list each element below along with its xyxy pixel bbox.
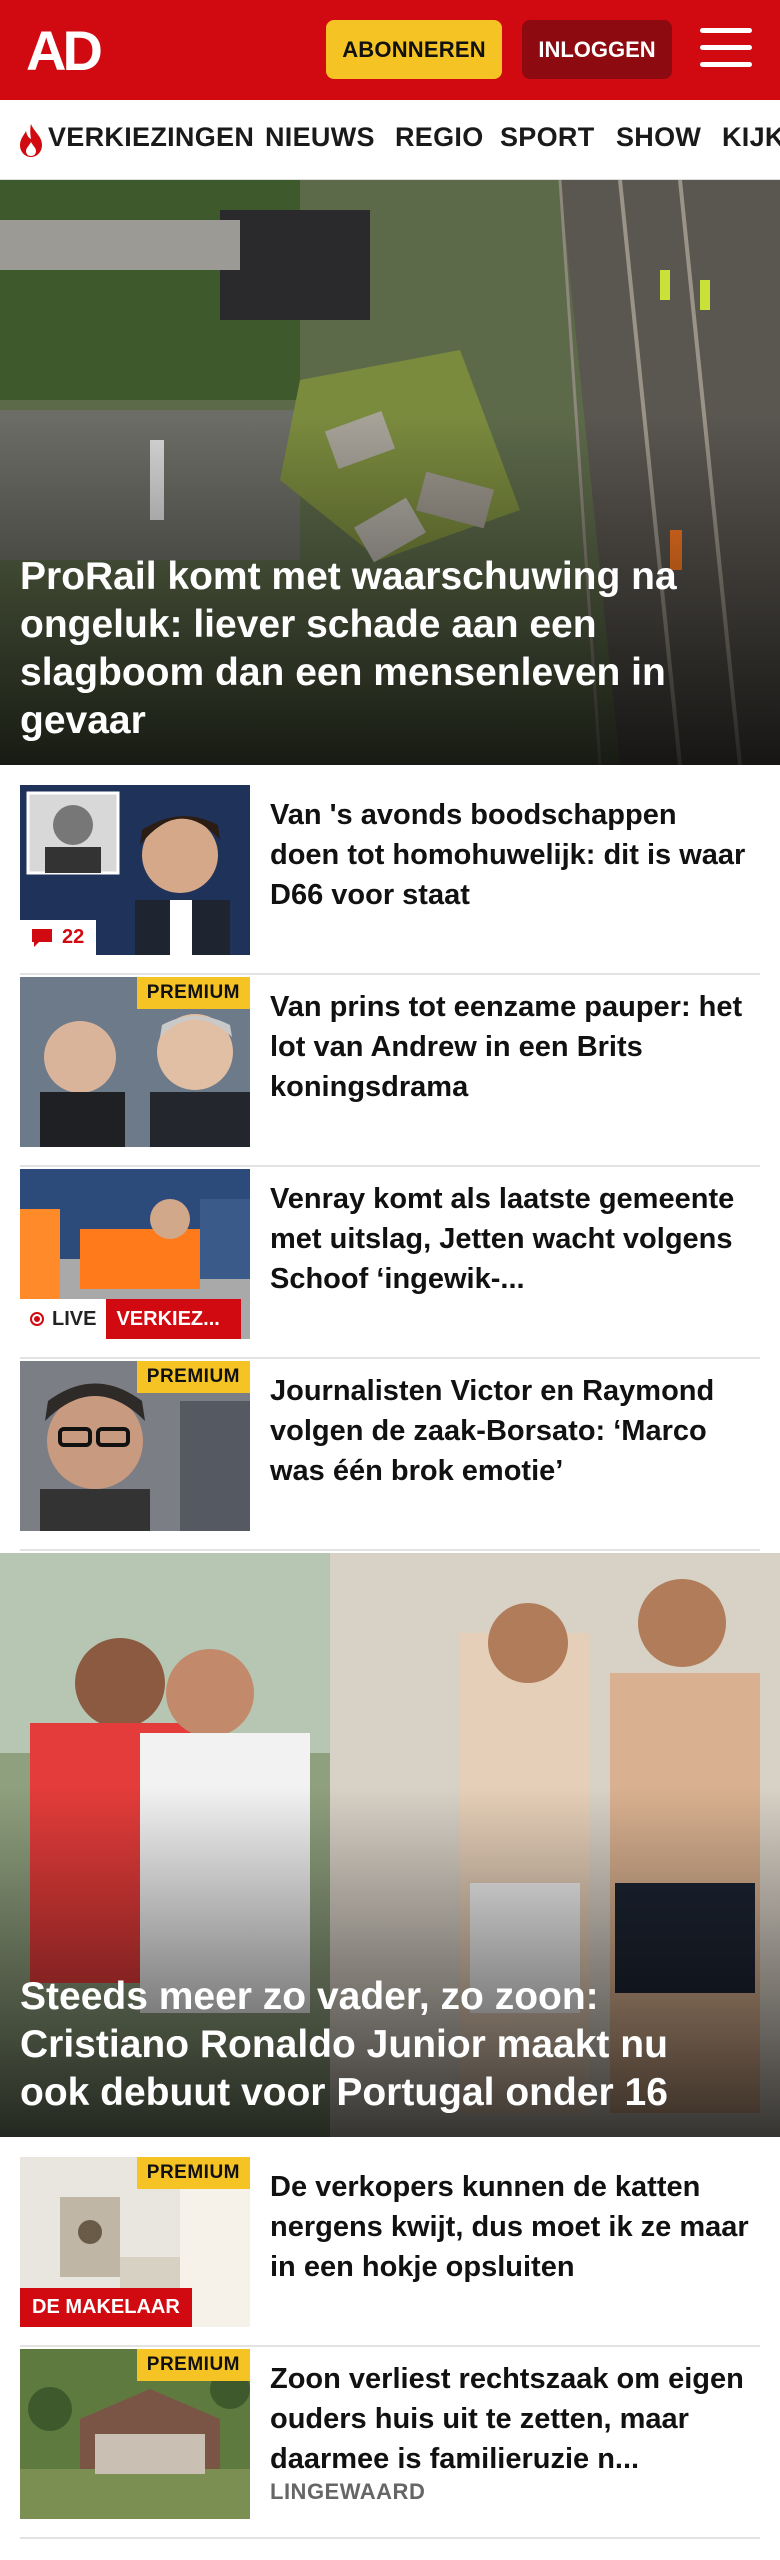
svg-text:AD: AD [26,22,101,78]
article-headline[interactable]: De verkopers kunnen de katten nergens kw… [270,2167,750,2287]
section-nav: VERKIEZINGEN NIEUWS REGIO SPORT SHOW KIJ… [0,100,780,180]
top-header: AD ABONNEREN INLOGGEN [0,0,780,100]
list-item[interactable]: PREMIUM DE MAKELAAR De verkopers kunnen … [20,2157,760,2347]
live-dot-icon [30,1312,44,1326]
article-headline[interactable]: Van 's avonds boodschappen doen tot homo… [270,795,750,915]
section-label[interactable]: DE MAKELAAR [20,2288,192,2327]
article-thumbnail: PREMIUM [20,2349,250,2519]
article-headline[interactable]: Van prins tot eenzame pauper: het lot va… [270,987,750,1107]
category-label: VERKIEZ... [106,1299,242,1339]
list-item[interactable]: LIVE VERKIEZ... Venray komt als laatste … [20,1169,760,1359]
article-thumbnail: PREMIUM [20,1361,250,1531]
hero-article-prorail[interactable]: ProRail komt met waarschuwing na ongeluk… [0,180,780,765]
comment-count-badge[interactable]: 22 [20,920,97,955]
article-headline[interactable]: Venray komt als laatste gemeente met uit… [270,1179,750,1299]
hero-title[interactable]: Steeds meer zo vader, zo zoon: Cristiano… [20,1973,720,2117]
live-badge[interactable]: LIVE VERKIEZ... [20,1299,242,1339]
login-button[interactable]: INLOGGEN [522,20,672,79]
article-headline[interactable]: Journalisten Victor en Raymond volgen de… [270,1371,750,1491]
article-thumbnail: PREMIUM DE MAKELAAR [20,2157,250,2327]
comment-count: 22 [62,926,85,948]
article-thumbnail: LIVE VERKIEZ... [20,1169,250,1339]
hamburger-icon[interactable] [700,28,752,72]
article-thumbnail: PREMIUM [20,977,250,1147]
nav-item-regio[interactable]: REGIO [395,122,484,153]
subscribe-button[interactable]: ABONNEREN [326,20,502,79]
comment-icon [32,928,52,947]
list-item[interactable]: PREMIUM Journalisten Victor en Raymond v… [20,1361,760,1551]
article-thumbnail: 22 [20,785,250,955]
hero-article-ronaldo[interactable]: Steeds meer zo vader, zo zoon: Cristiano… [0,1553,780,2137]
premium-badge: PREMIUM [136,977,250,1009]
list-item[interactable]: 22 Van 's avonds boodschappen doen tot h… [20,785,760,975]
ad-logo[interactable]: AD [26,22,118,78]
flame-icon [20,124,42,157]
premium-badge: PREMIUM [136,2157,250,2189]
hero-title[interactable]: ProRail komt met waarschuwing na ongeluk… [20,553,720,745]
list-item[interactable]: PREMIUM Zoon verliest rechtszaak om eige… [20,2349,760,2539]
article-headline[interactable]: Zoon verliest rechtszaak om eigen ouders… [270,2359,750,2479]
nav-item-kijk[interactable]: KIJK [722,122,780,153]
nav-item-verkiezingen[interactable]: VERKIEZINGEN [48,122,254,153]
list-item[interactable]: PREMIUM Van prins tot eenzame pauper: he… [20,977,760,1167]
nav-item-sport[interactable]: SPORT [500,122,595,153]
premium-badge: PREMIUM [136,1361,250,1393]
nav-item-nieuws[interactable]: NIEUWS [265,122,375,153]
region-tag[interactable]: LINGEWAARD [270,2479,425,2505]
premium-badge: PREMIUM [136,2349,250,2381]
nav-item-show[interactable]: SHOW [616,122,701,153]
